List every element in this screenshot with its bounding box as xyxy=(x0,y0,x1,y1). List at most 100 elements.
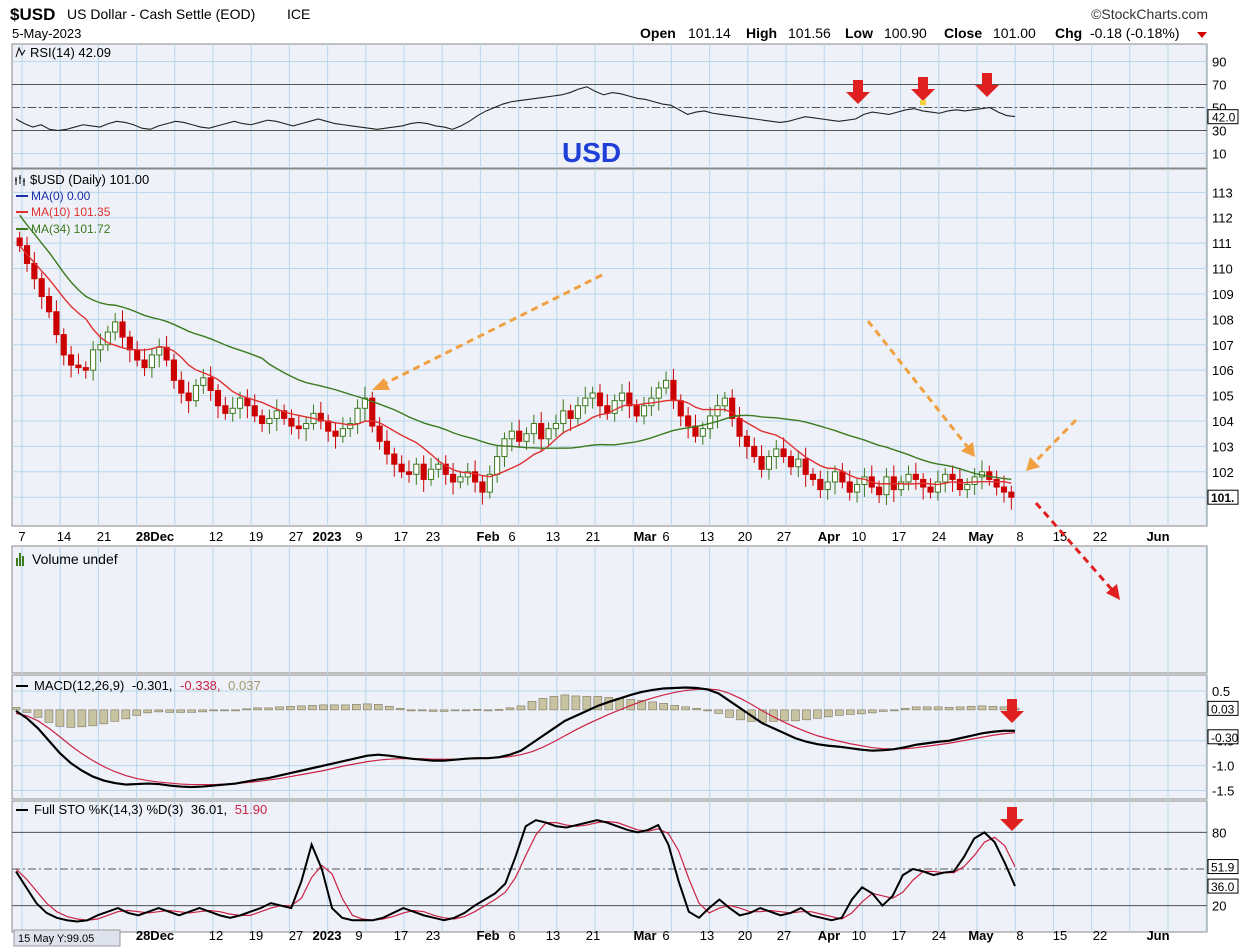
candle-body xyxy=(942,473,949,483)
candle-body xyxy=(758,456,765,470)
macd-histogram-bar xyxy=(999,706,1009,711)
chart-header: $USD US Dollar - Cash Settle (EOD) ICE ©… xyxy=(10,5,1208,41)
candle-body xyxy=(494,456,501,475)
candle-body xyxy=(134,349,141,361)
x-tick-label: 6 xyxy=(508,928,515,943)
low-label: Low xyxy=(845,25,873,41)
macd-histogram-bar xyxy=(461,709,471,712)
x-tick-label: Apr xyxy=(818,928,840,943)
x-tick-label: 20 xyxy=(738,529,752,544)
x-tick-label: 12 xyxy=(209,928,223,943)
candle-body xyxy=(773,448,780,458)
stock-chart: $USD US Dollar - Cash Settle (EOD) ICE ©… xyxy=(10,5,1239,947)
macd-histogram-bar xyxy=(384,706,394,711)
x-tick-label: 7 xyxy=(18,529,25,544)
macd-histogram-bar xyxy=(352,704,361,711)
candle-body xyxy=(721,397,728,407)
macd-histogram-bar xyxy=(857,709,866,715)
x-tick-label: 13 xyxy=(700,529,714,544)
x-tick-label: 6 xyxy=(662,529,669,544)
candle-body xyxy=(295,425,302,430)
x-tick-label: Apr xyxy=(818,529,840,544)
candle-body xyxy=(266,417,273,425)
rsi-y-tick: 30 xyxy=(1212,124,1226,139)
candle-body xyxy=(853,484,861,493)
candle-body xyxy=(90,349,97,371)
macd-histogram-bar xyxy=(889,709,899,712)
x-tick-label: 24 xyxy=(932,529,946,544)
candle-body xyxy=(677,400,684,417)
macd-histogram-bar xyxy=(494,709,504,711)
macd-histogram-bar xyxy=(813,709,822,719)
x-tick-label: 17 xyxy=(892,928,906,943)
candle-body xyxy=(508,430,515,440)
candle-body xyxy=(912,473,919,480)
x-tick-label: 17 xyxy=(394,529,408,544)
candle-body xyxy=(163,346,170,361)
macd-histogram-bar xyxy=(165,709,174,713)
x-tick-label: 20 xyxy=(738,928,752,943)
candle-body xyxy=(53,311,60,336)
close-value: 101.00 xyxy=(993,25,1036,41)
candle-body xyxy=(883,476,890,496)
high-label: High xyxy=(746,25,777,41)
x-tick-label: Jun xyxy=(1146,928,1169,943)
candle-body xyxy=(751,445,758,458)
candle-body xyxy=(971,476,978,486)
candle-body xyxy=(964,484,971,491)
x-tick-label: 23 xyxy=(426,529,440,544)
stochastic-legend-name: Full STO %K(14,3) %D(3) xyxy=(34,802,183,817)
candle-body xyxy=(449,473,457,483)
macd-histogram-bar xyxy=(944,707,954,711)
candle-body xyxy=(618,392,626,402)
price-y-tick: 109 xyxy=(1212,287,1234,302)
macd-histogram-bar xyxy=(439,709,449,712)
macd-histogram-bar xyxy=(110,709,120,722)
candle-body xyxy=(405,471,413,475)
candle-body xyxy=(45,295,53,313)
macd-histogram-bar xyxy=(406,709,416,712)
ma0-legend: MA(0) 0.00 xyxy=(31,189,91,203)
low-value: 100.90 xyxy=(884,25,927,41)
x-tick-label: Mar xyxy=(633,529,656,544)
x-tick-label: 12 xyxy=(209,529,223,544)
close-label: Close xyxy=(944,25,982,41)
x-tick-label: 13 xyxy=(546,529,560,544)
candle-body xyxy=(178,379,185,394)
candle-body xyxy=(567,410,574,419)
candle-body xyxy=(729,397,736,419)
candle-body xyxy=(192,384,200,402)
x-tick-label: 28Dec xyxy=(136,529,174,544)
candle-body xyxy=(846,481,853,493)
down-triangle-icon xyxy=(1197,32,1207,38)
macd-histogram-bar xyxy=(88,709,98,727)
candle-body xyxy=(809,473,817,480)
x-tick-label: 28Dec xyxy=(136,928,174,943)
macd-histogram-bar xyxy=(549,696,559,711)
macd-histogram-bar xyxy=(527,701,537,711)
candle-body xyxy=(780,448,787,458)
candle-body xyxy=(97,344,104,351)
macd-histogram-bar xyxy=(867,709,877,714)
candle-body xyxy=(354,407,361,425)
candle-body xyxy=(802,458,809,475)
macd-histogram-bar xyxy=(209,709,218,712)
price-y-tick: 110 xyxy=(1212,262,1233,277)
macd-panel xyxy=(11,674,1208,800)
x-tick-label: 9 xyxy=(355,928,362,943)
macd-histogram-bar xyxy=(143,709,153,714)
stochastic-legend: Full STO %K(14,3) %D(3) 36.01, 51.90 xyxy=(16,802,267,817)
macd-histogram-bar xyxy=(44,709,54,723)
stochastic-y-tick: 20 xyxy=(1212,899,1226,914)
price-y-tick: 111 xyxy=(1212,236,1232,251)
candle-body xyxy=(589,392,596,399)
macd-hist-value: 0.037 xyxy=(228,678,261,693)
candle-body xyxy=(685,415,692,427)
x-tick-label: 27 xyxy=(289,529,303,544)
candle-body xyxy=(60,334,67,356)
macd-histogram-bar xyxy=(242,708,251,711)
candle-body xyxy=(398,463,405,473)
x-tick-label: 13 xyxy=(700,928,714,943)
price-y-tick: 105 xyxy=(1212,389,1234,404)
candle-body xyxy=(552,423,559,430)
